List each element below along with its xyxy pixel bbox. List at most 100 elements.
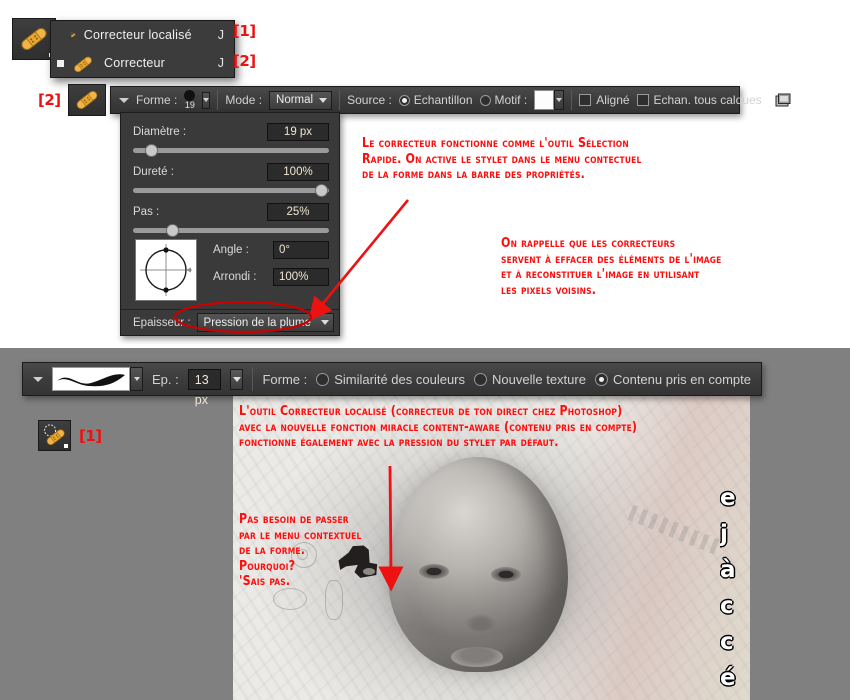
thickness-value[interactable]: 13 px [187,368,221,407]
image-canvas[interactable]: L'outil Correcteur localisé (correcteur … [233,392,750,700]
divider [339,90,341,110]
diameter-value[interactable]: 19 px [267,123,329,141]
brush-stroke-dropdown-button[interactable] [130,367,143,391]
brush-preset-thumb[interactable]: 19 [184,90,196,110]
thickness-label: Ep. : [152,371,179,387]
spacing-label: Pas : [133,206,160,218]
brush-angle-roundness-control[interactable] [135,239,197,301]
divider [121,309,339,310]
type-option-label: Nouvelle texture [492,371,586,387]
chevron-down-icon [556,98,563,102]
brush-row-thickness[interactable]: Epaisseur : Pression de la plume [133,313,334,332]
tool-group-indicator [64,444,68,448]
brush-row-hardness[interactable]: Dureté : 100% [133,163,329,197]
flyout-shortcut-spot-healing: J [217,28,224,42]
annotation-photo-left: Pas besoin de passer par le menu context… [239,512,362,589]
options-bar-spot-healing[interactable]: Ep. : 13 px Forme : Similarité des coule… [22,362,762,407]
baby-eye-right [491,567,521,582]
fabric-doodle [273,588,307,610]
brush-stroke-preset-picker[interactable] [52,367,143,391]
source-option-label: Motif : [494,93,528,107]
pattern-swatch [534,90,555,110]
chevron-down-icon [133,377,140,381]
thickness-value: Pression de la plume [203,316,311,329]
spot-healing-bandage-icon [70,32,76,38]
bandage-icon [21,27,47,51]
slider-handle[interactable] [166,224,180,237]
type-option-label: Similarité des couleurs [334,371,466,387]
slider-handle[interactable] [144,144,158,157]
active-tool-indicator-healing[interactable] [68,84,106,116]
pattern-swatch-picker[interactable] [534,90,565,110]
brush-row-diameter[interactable]: Diamètre : 19 px [133,123,329,157]
flyout-label-spot-healing: Correcteur localisé [83,28,192,42]
annotation-top-right: Le correcteur fonctionne comme l'outil S… [362,136,642,182]
thickness-dropdown-button[interactable] [229,368,244,390]
mode-value: Normal [276,94,314,106]
tablet-pressure-toggle[interactable] [775,93,791,108]
flyout-shortcut-healing-brush: J [217,56,224,70]
tool-flyout-menu[interactable]: Correcteur localisé J Correcteur J [50,20,235,78]
selection-bullet [57,59,64,67]
slider-handle[interactable] [315,184,329,197]
radio-icon [594,372,608,386]
pattern-dropdown-button[interactable] [554,90,565,110]
spacing-value[interactable]: 25% [267,203,329,221]
type-radio-new-texture[interactable]: Nouvelle texture [474,372,586,387]
angle-roundness-icon [140,244,192,296]
brush-row-roundness[interactable]: Arrondi : 100% [213,268,329,286]
hardness-slider[interactable] [133,184,329,197]
angle-value[interactable]: 0° [273,241,329,259]
hardness-label: Dureté : [133,166,174,178]
flyout-label-healing-brush: Correcteur [104,56,166,70]
hardness-value[interactable]: 100% [267,163,329,181]
baby-nose [466,614,496,631]
marker-tag-2: [2] [233,52,256,70]
diameter-slider[interactable] [133,144,329,157]
brush-row-spacing[interactable]: Pas : 25% [133,203,329,237]
checkbox-icon [579,94,592,106]
divider [217,90,219,110]
diameter-label: Diamètre : [133,126,187,138]
annotation-mid-right: On rappelle que les correcteurs servent … [501,236,722,298]
tablet-pressure-icon [775,93,791,106]
brush-preset-label: Forme : [136,93,178,107]
source-option-label: Echantillon [413,93,473,107]
marker-tag-2-bar: [2] [38,91,61,109]
flyout-item-spot-healing[interactable]: Correcteur localisé J [51,21,234,49]
type-radio-color-similarity[interactable]: Similarité des couleurs [316,372,465,387]
sample-all-layers-checkbox[interactable]: Echan. tous calques [636,93,762,107]
source-label: Source : [347,93,392,107]
screenshot-root: L'outil Correcteur localisé (correcteur … [0,0,850,700]
type-label: Forme : [262,371,308,387]
brush-preset-dropdown-button[interactable] [202,91,211,109]
spacing-slider[interactable] [133,224,329,237]
roundness-value[interactable]: 100% [273,268,329,286]
cropped-edge-text: e j à c c é [720,485,736,691]
radio-icon [316,372,330,386]
selection-bullet [57,32,64,39]
brush-row-angle[interactable]: Angle : 0° [213,241,329,259]
options-bar-menu-icon[interactable] [119,97,129,103]
radio-icon [479,94,491,106]
chevron-down-icon [203,98,210,102]
active-tool-indicator-spot-healing[interactable] [38,420,71,451]
chevron-down-icon [320,320,329,325]
flyout-item-healing-brush[interactable]: Correcteur J [51,49,234,77]
type-radio-content-aware[interactable]: Contenu pris en compte [594,372,751,387]
annotation-photo-top: L'outil Correcteur localisé (correcteur … [239,404,638,450]
thickness-select[interactable]: Pression de la plume [196,313,334,332]
source-radio-echantillon[interactable]: Echantillon [398,93,473,107]
angle-label: Angle : [213,244,249,256]
options-bar-menu-icon[interactable] [33,376,43,382]
aligned-checkbox[interactable]: Aligné [579,93,630,107]
radio-icon [474,372,488,386]
checkbox-icon [636,94,649,106]
brush-size-value: 19 [184,100,195,110]
mode-select[interactable]: Normal [269,90,333,110]
options-bar-healing-brush[interactable]: Forme : 19 Mode : Normal Source : Echant… [110,86,791,114]
source-radio-motif[interactable]: Motif : [479,93,528,107]
bandage-icon [76,90,98,110]
divider [571,90,573,110]
brush-settings-popup[interactable]: Diamètre : 19 px Dureté : 100% Pas : 25% [120,112,340,336]
